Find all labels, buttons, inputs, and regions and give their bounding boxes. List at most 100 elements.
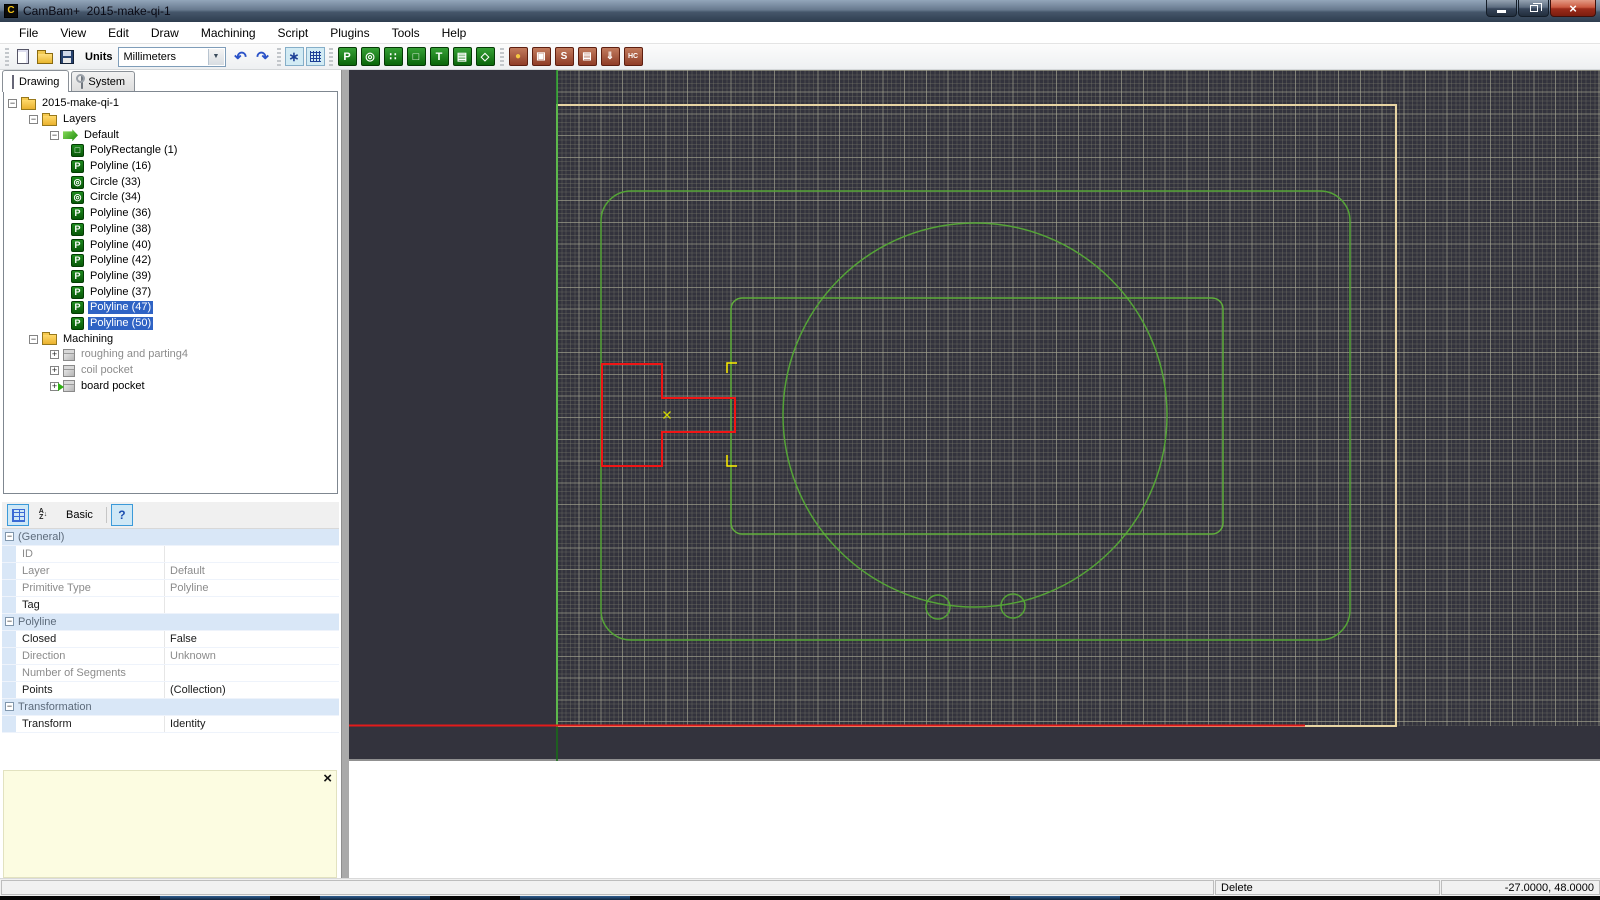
info-close-button[interactable]: × (323, 771, 332, 786)
tree-node[interactable]: + coil pocket (4, 363, 337, 379)
tree-node-label: Polyline (50) (88, 316, 154, 330)
property-value[interactable]: Polyline (165, 580, 339, 596)
property-row[interactable]: Points (Collection) (2, 682, 339, 699)
tab-drawing[interactable]: Drawing (2, 70, 70, 92)
expand-toggle[interactable]: − (29, 115, 38, 125)
draw-circle-button[interactable]: ◎ (360, 47, 380, 66)
menu-edit[interactable]: Edit (97, 22, 140, 44)
expand-toggle[interactable]: + (50, 350, 59, 360)
hole-circle-1[interactable] (925, 594, 951, 620)
property-row[interactable]: Closed False (2, 631, 339, 648)
expand-toggle[interactable]: − (50, 130, 59, 140)
expand-toggle[interactable]: − (8, 99, 17, 109)
expand-toggle[interactable]: − (29, 334, 38, 344)
tree-node[interactable]: P Polyline (37) (4, 284, 337, 300)
tree-node[interactable]: P Polyline (38) (4, 222, 337, 238)
draw-surface-button[interactable]: ▤ (452, 47, 472, 66)
toggle-axes-button[interactable]: ∗ (284, 47, 304, 66)
tree-node[interactable]: − Layers (4, 112, 337, 128)
draw-polyline-button[interactable]: P (337, 47, 357, 66)
property-row[interactable]: Transform Identity (2, 716, 339, 733)
menu-draw[interactable]: Draw (140, 22, 190, 44)
tab-system[interactable]: System (71, 71, 136, 92)
close-button[interactable]: × (1550, 0, 1596, 17)
tree-node[interactable]: − 2015-make-qi-1 (4, 96, 337, 112)
draw-text-button[interactable]: T (429, 47, 449, 66)
drawing-canvas[interactable] (349, 70, 1600, 761)
selected-polyline[interactable] (601, 363, 736, 467)
tree-node[interactable]: P Polyline (50) (4, 316, 337, 332)
mop-pocket-button[interactable]: ▣ (531, 47, 551, 66)
tree-node[interactable]: P Polyline (42) (4, 253, 337, 269)
minimize-button[interactable] (1486, 0, 1517, 17)
units-select[interactable]: Millimeters ▼ (117, 46, 226, 67)
collapse-toggle[interactable]: − (5, 532, 14, 541)
mop-drill-button[interactable]: ● (508, 47, 528, 66)
tree-node[interactable]: + roughing and parting4 (4, 347, 337, 363)
menu-tools[interactable]: Tools (381, 22, 431, 44)
open-file-button[interactable] (35, 47, 55, 67)
property-row[interactable]: Primitive Type Polyline (2, 580, 339, 597)
basic-advanced-button[interactable]: Basic (59, 507, 100, 523)
property-value[interactable]: Default (165, 563, 339, 579)
sort-alphabetical-button[interactable]: AZ ↓ (32, 504, 54, 526)
menu-plugins[interactable]: Plugins (319, 22, 380, 44)
property-category[interactable]: − Transformation (2, 699, 339, 716)
property-value[interactable]: False (165, 631, 339, 647)
tree-node[interactable]: □ PolyRectangle (1) (4, 143, 337, 159)
expand-toggle[interactable]: + (50, 366, 59, 376)
property-label: Primitive Type (16, 580, 165, 596)
menu-file[interactable]: File (8, 22, 49, 44)
selection-handle-top[interactable] (726, 362, 737, 373)
hole-circle-2[interactable] (1000, 593, 1026, 619)
mop-lathe-button[interactable]: ▤ (577, 47, 597, 66)
restore-button[interactable] (1518, 0, 1549, 17)
toggle-grid-button[interactable] (305, 47, 325, 66)
mop-heightmap-button[interactable]: HC (623, 47, 643, 66)
property-value[interactable] (165, 546, 339, 562)
property-value[interactable]: Identity (165, 716, 339, 732)
property-row[interactable]: Number of Segments (2, 665, 339, 682)
selection-handle-bottom[interactable] (726, 455, 737, 467)
tree-node[interactable]: ◎ Circle (34) (4, 190, 337, 206)
tree-node[interactable]: P Polyline (36) (4, 206, 337, 222)
property-row[interactable]: ID (2, 546, 339, 563)
property-row[interactable]: Direction Unknown (2, 648, 339, 665)
draw-polyhedron-button[interactable]: ◇ (475, 47, 495, 66)
tree-node[interactable]: + board pocket (4, 378, 337, 394)
property-category[interactable]: − (General) (2, 529, 339, 546)
coil-circle[interactable] (782, 222, 1168, 608)
menu-script[interactable]: Script (267, 22, 320, 44)
property-value[interactable]: Unknown (165, 648, 339, 664)
tree-node[interactable]: − Default (4, 127, 337, 143)
menu-view[interactable]: View (49, 22, 97, 44)
collapse-toggle[interactable]: − (5, 702, 14, 711)
property-value[interactable] (165, 597, 339, 613)
property-row[interactable]: Tag (2, 597, 339, 614)
draw-pointlist-button[interactable]: ∷ (383, 47, 403, 66)
categorized-view-button[interactable] (7, 504, 29, 526)
panel-splitter[interactable] (341, 70, 349, 878)
outer-rounded-rect[interactable] (600, 190, 1351, 641)
undo-button[interactable]: ↶ (231, 47, 251, 67)
tree-node[interactable]: P Polyline (39) (4, 269, 337, 285)
draw-rectangle-button[interactable]: □ (406, 47, 426, 66)
property-value[interactable]: (Collection) (165, 682, 339, 698)
save-file-button[interactable] (57, 47, 77, 67)
redo-button[interactable]: ↷ (253, 47, 273, 67)
new-file-button[interactable] (13, 47, 33, 67)
mop-engrave-button[interactable]: ⇓ (600, 47, 620, 66)
property-category[interactable]: − Polyline (2, 614, 339, 631)
tree-node[interactable]: ◎ Circle (33) (4, 174, 337, 190)
help-button[interactable]: ? (110, 504, 133, 526)
tree-node[interactable]: − Machining (4, 331, 337, 347)
mop-profile-button[interactable]: S (554, 47, 574, 66)
tree-node[interactable]: P Polyline (16) (4, 159, 337, 175)
menu-help[interactable]: Help (431, 22, 478, 44)
tree-node[interactable]: P Polyline (47) (4, 300, 337, 316)
tree-node[interactable]: P Polyline (40) (4, 237, 337, 253)
menu-machining[interactable]: Machining (190, 22, 267, 44)
property-row[interactable]: Layer Default (2, 563, 339, 580)
collapse-toggle[interactable]: − (5, 617, 14, 626)
property-value[interactable] (165, 665, 339, 681)
